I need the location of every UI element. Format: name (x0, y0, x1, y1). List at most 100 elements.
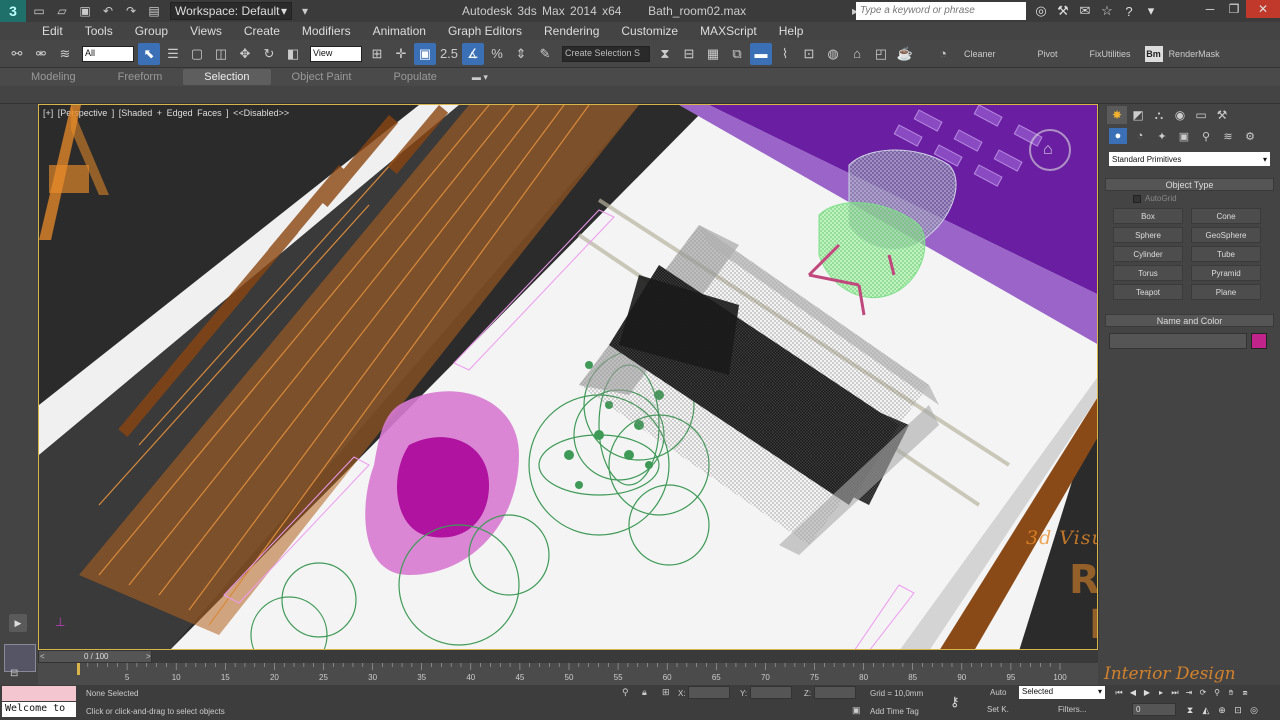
name-and-color-rollout[interactable]: Name and Color (1105, 314, 1274, 327)
help-dropdown-icon[interactable]: ▾ (1140, 2, 1162, 20)
communication-icon[interactable]: ✉ (1074, 2, 1096, 20)
percent-snap-icon[interactable]: % (486, 43, 508, 65)
layer-manager-icon[interactable]: ⧉ (726, 43, 748, 65)
graphite-tools-icon[interactable]: ▬ (750, 42, 772, 65)
new-file-icon[interactable]: ▭ (29, 2, 49, 20)
perspective-viewport[interactable]: [+] [Perspective ] [Shaded + Edged Faces… (38, 104, 1098, 650)
cleaner-label[interactable]: Cleaner (964, 49, 996, 59)
menu-edit[interactable]: Edit (42, 24, 63, 38)
z-coordinate-field[interactable] (814, 686, 856, 699)
absolute-mode-icon[interactable]: ⊞ (662, 687, 670, 698)
plane-button[interactable]: Plane (1191, 284, 1261, 300)
window-crossing-icon[interactable]: ◫ (210, 43, 232, 65)
reference-coord-dropdown[interactable]: View (310, 45, 362, 62)
maxscript-listener-output[interactable] (2, 686, 76, 701)
go-to-end-icon[interactable]: ⏭ (1168, 687, 1182, 698)
teapot-button[interactable]: Teapot (1113, 284, 1183, 300)
x-coordinate-field[interactable] (688, 686, 730, 699)
helpers-icon[interactable]: ⚲ (1197, 128, 1215, 144)
cameras-icon[interactable]: ▣ (1175, 128, 1193, 144)
unlink-icon[interactable]: ⚮ (30, 43, 52, 65)
orbit-icon[interactable]: ⟳ (1196, 687, 1210, 698)
selection-lock-icon[interactable]: 🔒︎ (642, 687, 647, 698)
object-color-swatch[interactable] (1251, 333, 1267, 349)
favorites-star-icon[interactable]: ☆ (1096, 2, 1118, 20)
space-warps-icon[interactable]: ≋ (1219, 128, 1237, 144)
set-key-icon[interactable]: ⚷ (950, 694, 960, 710)
pivot-center-icon[interactable]: ⊞ (366, 43, 388, 65)
maxscript-listener-input[interactable]: Welcome to (2, 702, 76, 717)
tab-freeform[interactable]: Freeform (97, 69, 184, 85)
move-icon[interactable]: ✥ (234, 43, 256, 65)
render-production-icon[interactable]: ☕ (894, 43, 916, 65)
tab-modeling[interactable]: Modeling (10, 69, 97, 85)
undo-icon[interactable]: ↶ (98, 2, 118, 20)
play-animation-icon[interactable]: ▶︎ (1140, 687, 1154, 698)
quick-access-menu-icon[interactable]: ▾ (295, 2, 315, 20)
select-object-icon[interactable]: ⬉ (138, 42, 160, 65)
subscription-icon[interactable]: ⚒ (1052, 2, 1074, 20)
orbit-subobject-icon[interactable]: ◎ (1246, 703, 1262, 717)
walkthrough-icon[interactable]: ⊕ (1214, 703, 1230, 717)
maximize-viewport-icon[interactable]: ⧈ (1238, 687, 1252, 698)
y-coordinate-field[interactable] (750, 686, 792, 699)
go-to-start-icon[interactable]: ⏮ (1112, 687, 1126, 698)
scale-icon[interactable]: ◧ (282, 43, 304, 65)
time-slider[interactable]: < 0 / 100 > (38, 650, 1098, 663)
bind-space-warp-icon[interactable]: ≋ (54, 43, 76, 65)
geometry-icon[interactable]: ● (1109, 128, 1127, 144)
menu-maxscript[interactable]: MAXScript (700, 24, 757, 38)
cylinder-button[interactable]: Cylinder (1113, 246, 1183, 262)
named-selection-dropdown[interactable]: Create Selection S (562, 45, 650, 62)
project-folder-icon[interactable]: ▤ (144, 2, 164, 20)
menu-group[interactable]: Group (135, 24, 168, 38)
previous-frame-icon[interactable]: < (40, 652, 45, 661)
pan-icon[interactable]: ✋︎ (1224, 687, 1238, 698)
torus-button[interactable]: Torus (1113, 265, 1183, 281)
pyramid-button[interactable]: Pyramid (1191, 265, 1261, 281)
rotate-icon[interactable]: ↻ (258, 43, 280, 65)
material-editor-icon[interactable]: ◍ (822, 43, 844, 65)
minimize-icon[interactable]: ─ (1198, 0, 1222, 18)
curve-editor-icon[interactable]: ⌇ (774, 43, 796, 65)
tab-selection[interactable]: Selection (183, 69, 271, 85)
select-by-name-icon[interactable]: ☰ (162, 43, 184, 65)
redo-icon[interactable]: ↷ (121, 2, 141, 20)
cleaner-icon[interactable]: ◔ (932, 43, 954, 65)
menu-rendering[interactable]: Rendering (544, 24, 599, 38)
geosphere-button[interactable]: GeoSphere (1191, 227, 1261, 243)
modify-tab-icon[interactable]: ◩ (1128, 106, 1148, 124)
key-mode-dropdown[interactable]: Selected ▾ (1019, 686, 1105, 699)
autogrid-checkbox[interactable]: AutoGrid (1133, 194, 1280, 203)
create-tab-icon[interactable]: ✸ (1107, 106, 1127, 124)
manipulate-icon[interactable]: ✛ (390, 43, 412, 65)
tube-button[interactable]: Tube (1191, 246, 1261, 262)
rendermask-label[interactable]: RenderMask (1169, 49, 1220, 59)
pivot-label[interactable]: Pivot (1038, 49, 1058, 59)
mini-listener-frame[interactable] (4, 644, 36, 672)
current-frame-field[interactable]: 0 (1132, 703, 1176, 716)
help-icon[interactable]: ? (1118, 2, 1140, 20)
key-filters-button[interactable]: Filters... (1058, 705, 1086, 714)
angle-snap-icon[interactable]: ∡ (462, 42, 484, 65)
shapes-icon[interactable]: ◔ (1131, 128, 1149, 144)
set-key-button[interactable]: Set K. (987, 705, 1009, 714)
zoom-icon[interactable]: ⚲ (1210, 687, 1224, 698)
add-time-tag[interactable]: Add Time Tag (870, 707, 919, 716)
ribbon-options-icon[interactable]: ▬ ▾ (472, 72, 488, 83)
next-frame-icon[interactable]: > (146, 652, 151, 661)
tab-populate[interactable]: Populate (372, 69, 457, 85)
hierarchy-tab-icon[interactable]: ⛬ (1149, 106, 1169, 124)
isolate-icon[interactable]: ⚲ (622, 687, 629, 698)
search-input[interactable]: Type a keyword or phrase (856, 2, 1026, 20)
spinner-snap-icon[interactable]: ⇕ (510, 43, 532, 65)
lights-icon[interactable]: ✦ (1153, 128, 1171, 144)
maximize-icon[interactable]: ❐ (1222, 0, 1246, 18)
primitive-type-dropdown[interactable]: Standard Primitives ▾ (1109, 152, 1270, 166)
rectangle-selection-icon[interactable]: ▢ (186, 43, 208, 65)
time-tag-icon[interactable]: ▣ (852, 705, 861, 716)
tab-object-paint[interactable]: Object Paint (271, 69, 373, 85)
previous-key-icon[interactable]: ◀︎ (1126, 687, 1140, 698)
object-name-input[interactable] (1109, 333, 1247, 349)
menu-tools[interactable]: Tools (85, 24, 113, 38)
